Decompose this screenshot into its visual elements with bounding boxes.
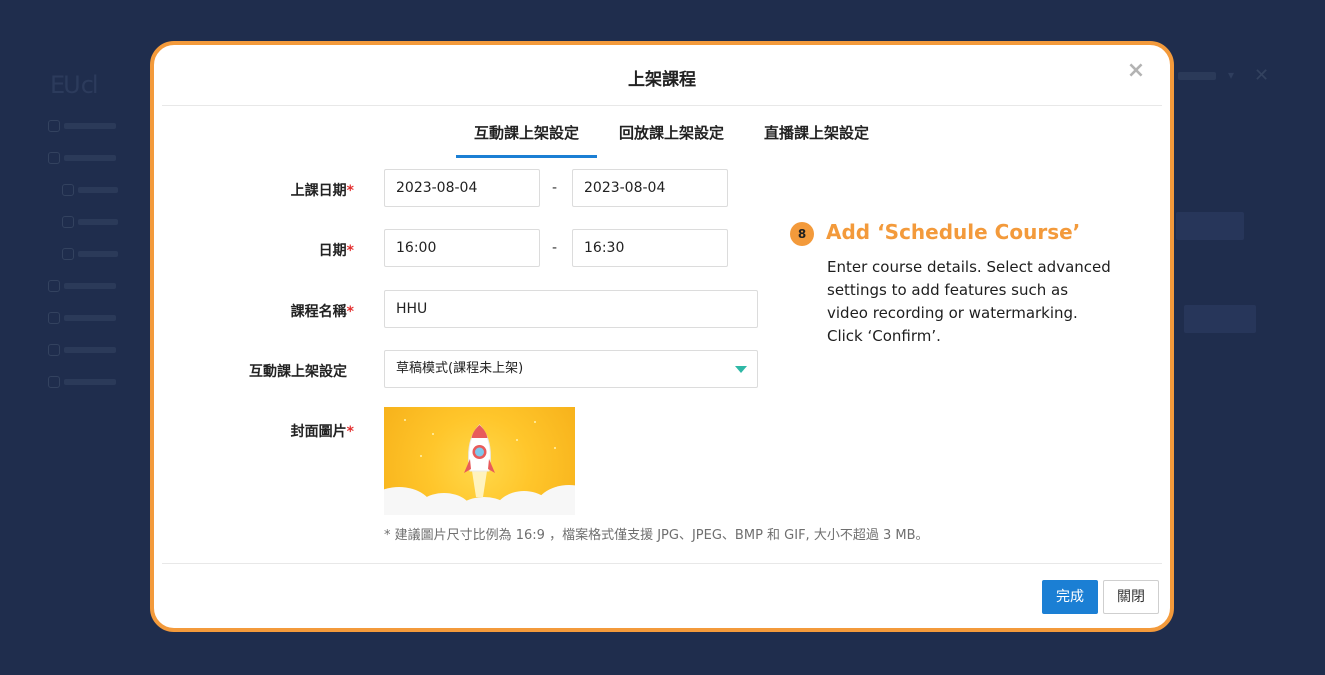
sidebar-item (48, 336, 138, 368)
close-icon[interactable]: × (1126, 60, 1146, 82)
annotation-body: Enter course details. Select advanced se… (827, 256, 1111, 348)
date-range-separator: - (552, 180, 558, 196)
background-user-menu (1178, 72, 1216, 80)
tab-interactive-course[interactable]: 互動課上架設定 (454, 119, 599, 159)
modal-footer: 完成 關閉 (162, 563, 1162, 614)
course-name-label: 課程名稱* (290, 304, 354, 320)
interactive-setting-label: 互動課上架設定 (249, 364, 347, 380)
time-label: 日期* (318, 243, 354, 259)
schedule-course-modal: 上架課程 × 互動課上架設定 回放課上架設定 直播課上架設定 上課日期* 202… (150, 41, 1174, 632)
confirm-button[interactable]: 完成 (1042, 580, 1098, 614)
step-number-badge: 8 (790, 222, 814, 246)
class-date-label: 上課日期* (290, 183, 354, 199)
cover-image-preview[interactable] (384, 407, 575, 515)
cover-image-hint: * 建議圖片尺寸比例為 16:9 ，檔案格式僅支援 JPG、JPEG、BMP 和… (384, 528, 929, 543)
chevron-down-icon: ▾ (1228, 68, 1235, 82)
sidebar-item (48, 272, 138, 304)
tab-live-course[interactable]: 直播課上架設定 (744, 119, 889, 159)
annotation-line: video recording or watermarking. (827, 304, 1078, 322)
sidebar-item (48, 208, 138, 240)
modal-title: 上架課程 (628, 70, 696, 90)
app-logo: EUcl (50, 71, 99, 99)
publish-mode-value: 草稿模式(課程未上架) (396, 361, 524, 376)
sidebar-item (48, 144, 138, 176)
background-close-icon: ✕ (1254, 65, 1270, 86)
background-button (1184, 305, 1256, 333)
sidebar-item (48, 176, 138, 208)
publish-mode-select[interactable]: 草稿模式(課程未上架) (384, 350, 758, 388)
course-name-input[interactable]: HHU (384, 290, 758, 328)
annotation-line: settings to add features such as (827, 281, 1069, 299)
sidebar-item (48, 112, 138, 144)
cover-image-label: 封面圖片* (290, 424, 354, 440)
class-date-start-field[interactable]: 2023-08-04 (384, 169, 540, 207)
sidebar-item (48, 304, 138, 336)
tab-replay-course[interactable]: 回放課上架設定 (599, 119, 744, 159)
background-button (1176, 212, 1244, 240)
class-date-end-field[interactable]: 2023-08-04 (572, 169, 728, 207)
time-end-field[interactable]: 16:30 (572, 229, 728, 267)
annotation-line: Click ‘Confirm’. (827, 327, 941, 345)
annotation-title: Add ‘Schedule Course’ (826, 220, 1081, 244)
dropdown-caret-icon (735, 366, 747, 373)
course-type-tabs: 互動課上架設定 回放課上架設定 直播課上架設定 (454, 119, 889, 159)
sidebar-item (48, 368, 138, 400)
time-start-field[interactable]: 16:00 (384, 229, 540, 267)
sidebar-item (48, 240, 138, 272)
time-range-separator: - (552, 240, 558, 256)
close-button[interactable]: 關閉 (1103, 580, 1159, 614)
annotation-line: Enter course details. Select advanced (827, 258, 1111, 276)
modal-header: 上架課程 × (162, 45, 1162, 106)
background-sidebar (48, 112, 138, 400)
